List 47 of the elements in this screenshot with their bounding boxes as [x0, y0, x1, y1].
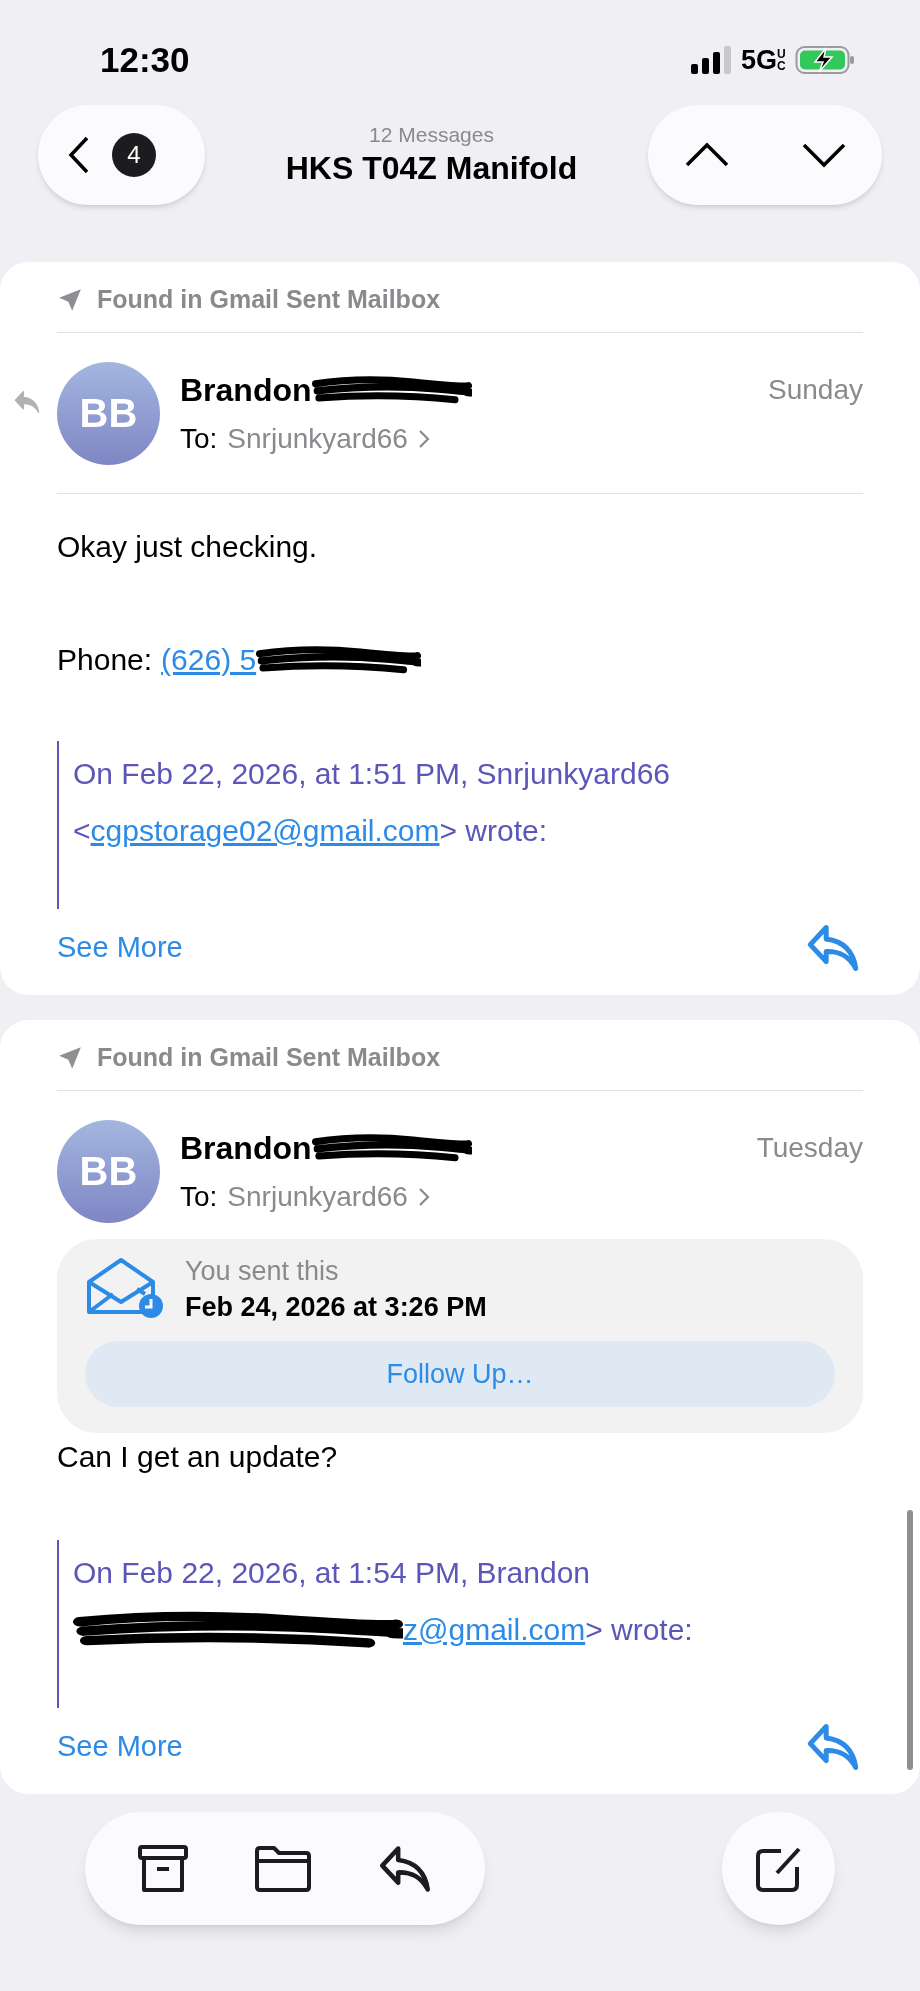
- to-label: To:: [180, 1180, 218, 1214]
- quote-text: On Feb 22, 2026, at 1:54 PM, Brandon: [73, 1555, 591, 1591]
- signal-icon: [690, 46, 731, 74]
- sent-label: You sent this: [185, 1255, 340, 1288]
- quote-text: On Feb 22, 2026, at 1:51 PM, Snrjunkyard66: [73, 756, 672, 792]
- message-date: Tuesday: [756, 1131, 863, 1165]
- chevron-up-icon[interactable]: [683, 142, 730, 168]
- mailbox-note: Found in Gmail Sent Mailbox: [97, 284, 441, 316]
- to-label: To:: [180, 422, 218, 456]
- reply-icon: [805, 1722, 861, 1772]
- quote-wrote: > wrote:: [439, 813, 548, 849]
- recipient-link[interactable]: Snrjunkyard66: [227, 1176, 408, 1218]
- email-link[interactable]: cgpstorage02@gmail.com: [90, 802, 440, 859]
- chevron-right-icon: [417, 429, 430, 449]
- paper-plane-icon: [57, 1045, 83, 1071]
- chevron-down-icon[interactable]: [800, 142, 847, 168]
- quote-wrote: > wrote:: [585, 1612, 693, 1648]
- sender-avatar: BB: [57, 1119, 160, 1223]
- message-text: Okay just checking.: [57, 529, 319, 565]
- mailbox-note: Found in Gmail Sent Mailbox: [97, 1042, 441, 1074]
- reply-icon: [805, 923, 861, 973]
- network-suffix: UC: [777, 48, 785, 72]
- sender-name: Brandon: [180, 371, 312, 410]
- recipient-link[interactable]: Snrjunkyard66: [227, 418, 408, 460]
- message-text: Can I get an update?: [57, 1439, 339, 1475]
- sender-name: Brandon: [180, 1129, 312, 1168]
- paper-plane-icon: [57, 287, 83, 313]
- back-button[interactable]: 4: [38, 105, 205, 205]
- archive-icon[interactable]: [137, 1843, 190, 1894]
- see-more-link[interactable]: See More: [57, 1725, 183, 1769]
- folder-icon[interactable]: [254, 1844, 312, 1893]
- phone-link[interactable]: (626) 5: [161, 640, 257, 680]
- phone-label: Phone:: [57, 642, 153, 678]
- email-link[interactable]: z@gmail.com: [403, 1601, 586, 1658]
- sent-time: Feb 24, 2026 at 3:26 PM: [185, 1291, 487, 1324]
- quote-bracket: <: [73, 813, 91, 849]
- network-label: 5G: [740, 43, 777, 77]
- thread-subject: HKS T04Z Manifold: [285, 149, 578, 188]
- unread-badge: 4: [112, 133, 156, 177]
- status-time: 12:30: [100, 38, 190, 81]
- chevron-left-icon: [68, 135, 90, 175]
- follow-up-button[interactable]: Follow Up…: [85, 1341, 835, 1407]
- see-more-link[interactable]: See More: [57, 926, 183, 970]
- message-count: 12 Messages: [369, 122, 494, 148]
- message-date: Sunday: [768, 373, 863, 407]
- chevron-right-icon: [417, 1187, 430, 1207]
- sender-avatar: BB: [57, 361, 160, 465]
